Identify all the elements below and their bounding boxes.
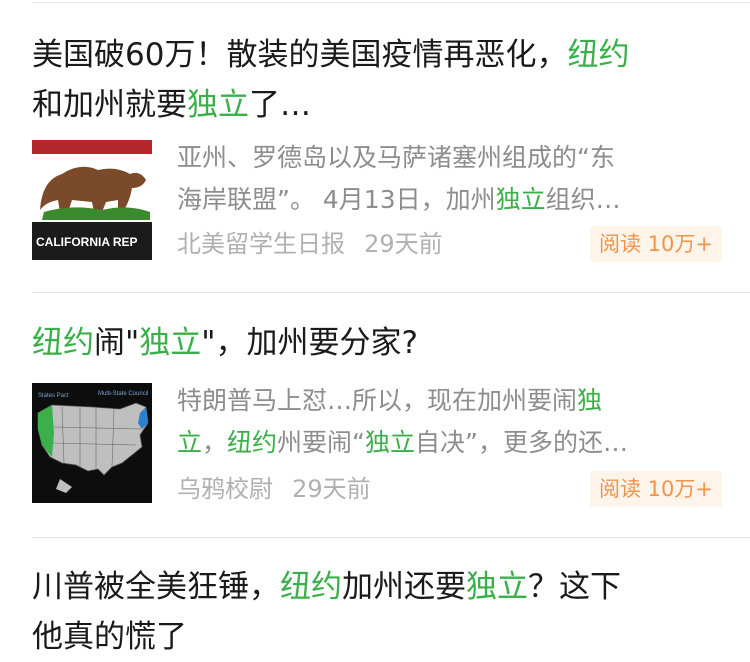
- excerpt-text: ，: [202, 428, 228, 457]
- publish-time: 29天前: [364, 230, 443, 258]
- article-title[interactable]: 美国破60万！散装的美国疫情再恶化，纽约 和加州就要独立了…: [32, 30, 750, 130]
- title-line-1: 川普被全美狂锤，纽约加州还要独立？这下: [32, 562, 750, 612]
- title-text: ？这下: [528, 569, 621, 605]
- thumb-text: CALIFORNIA REP: [36, 235, 138, 249]
- article-meta: 北美留学生日报 29天前 阅读 10万+: [177, 226, 722, 262]
- excerpt-text: 海岸联盟”。 4月13日，加州: [177, 185, 496, 214]
- excerpt-line-1: 特朗普马上怼…所以，现在加州要闹独: [177, 380, 727, 422]
- thumb-label-left: States Pact: [38, 393, 69, 399]
- article-card-3[interactable]: 川普被全美狂锤，纽约加州还要独立？这下 他真的慌了: [32, 562, 750, 662]
- article-card-1[interactable]: 美国破60万！散装的美国疫情再恶化，纽约 和加州就要独立了…: [32, 30, 750, 130]
- article-excerpt: 特朗普马上怼…所以，现在加州要闹独 立，纽约州要闹“独立自决”，更多的还…: [177, 380, 727, 464]
- source-name[interactable]: 乌鸦校尉: [177, 475, 273, 503]
- excerpt-text: 自决”，更多的还…: [415, 428, 628, 457]
- excerpt-line-2: 海岸联盟”。 4月13日，加州独立组织…: [177, 179, 727, 221]
- title-line-2: 他真的慌了: [32, 612, 750, 662]
- keyword-highlight: 纽约: [32, 325, 94, 361]
- excerpt-line-1: 亚州、罗德岛以及马萨诸塞州组成的“东: [177, 137, 727, 179]
- excerpt-text: 组织…: [545, 185, 621, 214]
- keyword-highlight: 纽约: [227, 428, 278, 457]
- thumb-label-right: Multi-State Council: [98, 391, 148, 397]
- excerpt-line-2: 立，纽约州要闹“独立自决”，更多的还…: [177, 422, 727, 464]
- title-text: 美国破60万！散装的美国疫情再恶化，: [32, 37, 568, 73]
- keyword-highlight: 独: [577, 386, 603, 415]
- source-name[interactable]: 北美留学生日报: [177, 230, 345, 258]
- article-thumbnail[interactable]: CALIFORNIA REP: [32, 140, 152, 260]
- keyword-highlight: 纽约: [567, 37, 630, 73]
- article-thumbnail[interactable]: States Pact Multi-State Council: [32, 383, 152, 503]
- top-divider: [32, 2, 750, 3]
- article-excerpt: 亚州、罗德岛以及马萨诸塞州组成的“东 海岸联盟”。 4月13日，加州独立组织…: [177, 137, 727, 221]
- article-divider: [32, 292, 750, 293]
- title-text: 闹": [94, 325, 140, 361]
- read-count-badge: 阅读 10万+: [590, 471, 722, 507]
- excerpt-text: 州要闹“: [277, 428, 365, 457]
- publish-time: 29天前: [292, 475, 371, 503]
- keyword-highlight: 独立: [365, 428, 416, 457]
- keyword-highlight: 独立: [466, 569, 528, 605]
- title-text: 了…: [249, 87, 311, 123]
- keyword-highlight: 纽约: [280, 569, 342, 605]
- us-map-image: States Pact Multi-State Council: [32, 383, 152, 503]
- title-line-1: 美国破60万！散装的美国疫情再恶化，纽约: [32, 30, 750, 80]
- keyword-highlight: 立: [177, 428, 203, 457]
- excerpt-text: 特朗普马上怼…所以，现在加州要闹: [177, 386, 578, 415]
- read-count-badge: 阅读 10万+: [590, 226, 722, 262]
- title-text: 他真的慌了: [32, 619, 187, 655]
- keyword-highlight: 独立: [139, 325, 202, 361]
- title-text: "，加州要分家?: [201, 325, 418, 361]
- title-text: 和加州就要: [32, 87, 187, 123]
- article-meta: 乌鸦校尉 29天前 阅读 10万+: [177, 471, 722, 507]
- article-title[interactable]: 纽约闹"独立"，加州要分家?: [32, 318, 750, 368]
- article-title[interactable]: 川普被全美狂锤，纽约加州还要独立？这下 他真的慌了: [32, 562, 750, 662]
- california-flag-bear-image: CALIFORNIA REP: [32, 140, 152, 260]
- keyword-highlight: 独立: [495, 185, 546, 214]
- title-line-2: 和加州就要独立了…: [32, 80, 750, 130]
- excerpt-text: 亚州、罗德岛以及马萨诸塞州组成的“东: [177, 143, 615, 172]
- title-line-1: 纽约闹"独立"，加州要分家?: [32, 318, 750, 368]
- article-divider: [32, 537, 750, 538]
- title-text: 加州还要: [342, 569, 466, 605]
- title-text: 川普被全美狂锤，: [32, 569, 280, 605]
- keyword-highlight: 独立: [187, 87, 249, 123]
- article-card-2[interactable]: 纽约闹"独立"，加州要分家?: [32, 318, 750, 368]
